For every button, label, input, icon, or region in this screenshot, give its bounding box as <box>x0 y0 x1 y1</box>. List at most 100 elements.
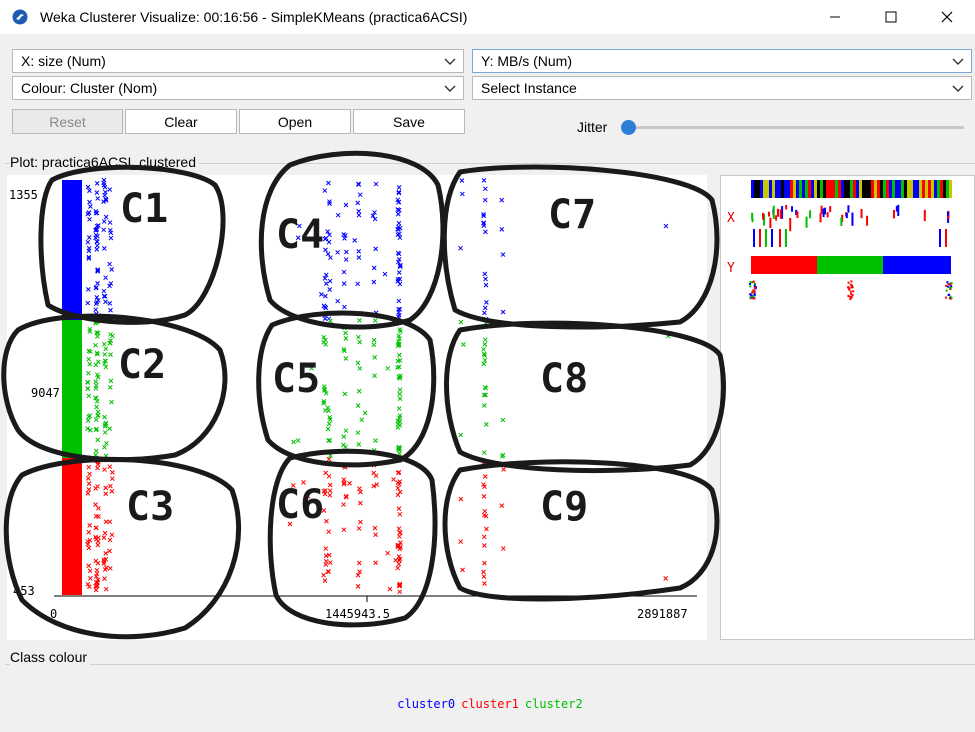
data-point <box>93 362 99 368</box>
attribute-bar-segment <box>820 180 823 198</box>
y-axis-marker: Y <box>727 261 735 276</box>
jitter-slider[interactable] <box>628 126 964 129</box>
x-axis-marker: X <box>727 211 735 226</box>
data-point <box>87 216 92 222</box>
chevron-down-icon <box>444 58 456 65</box>
attribute-bar-segment <box>897 204 900 217</box>
attribute-bar-segment <box>838 180 841 198</box>
data-point <box>86 245 92 251</box>
legend-cluster2[interactable]: cluster2 <box>525 697 583 711</box>
data-point <box>500 417 506 423</box>
attribute-bar-segment <box>772 180 775 198</box>
attribute-bar-segment <box>919 180 922 198</box>
data-point <box>86 529 92 535</box>
data-point <box>85 184 91 190</box>
data-point <box>93 342 98 348</box>
x-axis-select[interactable]: X: size (Num) <box>12 49 464 73</box>
colour-select[interactable]: Colour: Cluster (Nom) <box>12 76 464 100</box>
data-point <box>342 304 347 310</box>
y-tick-label: 9047 <box>31 386 60 400</box>
data-point <box>86 487 92 492</box>
save-button[interactable]: Save <box>353 109 465 134</box>
data-point <box>93 307 99 313</box>
close-button[interactable] <box>919 0 975 34</box>
attribute-bar-segment <box>791 206 794 212</box>
attribute-bar-segment <box>866 215 869 226</box>
data-point <box>385 550 391 556</box>
data-point <box>103 586 109 592</box>
attribute-bar-segment <box>805 180 808 198</box>
maximize-button[interactable] <box>863 0 919 34</box>
attribute-bar-segment <box>799 180 802 198</box>
attribute-bar-segment <box>793 180 796 198</box>
data-point <box>372 355 378 360</box>
minimize-button[interactable] <box>807 0 863 34</box>
attribute-bar-segment <box>817 256 883 274</box>
data-point <box>371 265 377 271</box>
data-point <box>391 477 396 482</box>
attribute-bar-segment <box>749 285 752 288</box>
attribute-bar-segment <box>779 209 782 219</box>
data-point <box>323 281 329 286</box>
open-button[interactable]: Open <box>239 109 351 134</box>
attribute-bar-segment <box>765 229 767 247</box>
data-point <box>322 188 328 193</box>
data-point <box>341 527 347 533</box>
data-point <box>94 404 99 410</box>
attribute-bar-segment <box>865 180 868 198</box>
data-point <box>86 235 92 240</box>
attribute-bar-segment <box>826 212 829 218</box>
data-point <box>108 483 113 489</box>
attribute-bar-segment <box>883 180 886 198</box>
data-point <box>358 489 363 495</box>
data-point <box>327 287 333 292</box>
data-point <box>102 192 108 198</box>
data-point <box>483 337 488 343</box>
attribute-bar-segment <box>907 180 910 198</box>
attribute-bar-segment <box>928 180 931 198</box>
data-point <box>373 246 379 252</box>
attribute-bars-panel[interactable]: X Y <box>720 175 975 640</box>
data-point <box>343 202 349 208</box>
attribute-bar-segment <box>949 180 952 198</box>
attribute-bar-segment <box>829 180 832 198</box>
attribute-bar-segment <box>847 180 850 198</box>
jitter-slider-thumb[interactable] <box>621 120 636 135</box>
data-point <box>325 251 331 257</box>
data-point <box>481 460 486 466</box>
attribute-bar-segment <box>802 180 805 198</box>
instance-select[interactable]: Select Instance <box>472 76 972 100</box>
data-point <box>323 546 329 551</box>
attribute-bar-segment <box>835 180 838 198</box>
data-point <box>482 543 487 548</box>
class-colour-group-border <box>5 664 975 665</box>
data-point <box>344 249 349 255</box>
scatter-plot[interactable]: 1355 9047 453 0 1445943.5 2891887 <box>7 175 707 640</box>
data-point <box>484 300 489 305</box>
attribute-bar-segment <box>945 296 948 299</box>
attribute-bar-segment <box>766 180 769 198</box>
legend-cluster0[interactable]: cluster0 <box>397 697 455 711</box>
instance-select-value: Select Instance <box>481 80 577 96</box>
data-point <box>326 239 332 245</box>
attribute-bar-segment <box>754 180 757 198</box>
data-point <box>395 565 401 571</box>
data-point <box>95 280 100 286</box>
reset-button[interactable]: Reset <box>12 109 123 134</box>
clear-button[interactable]: Clear <box>125 109 237 134</box>
attribute-bar-segment <box>847 295 850 298</box>
data-point <box>323 293 328 299</box>
y-axis-select[interactable]: Y: MB/s (Num) <box>472 49 972 73</box>
data-point <box>102 530 108 536</box>
data-point <box>328 255 333 261</box>
data-point <box>86 464 92 470</box>
data-point <box>373 438 378 443</box>
attribute-bar-segment <box>778 180 781 198</box>
data-point <box>96 535 101 541</box>
legend-cluster1[interactable]: cluster1 <box>461 697 519 711</box>
data-point <box>301 480 306 485</box>
attribute-bar-segment <box>775 215 778 221</box>
data-point <box>86 393 92 399</box>
attribute-bar-segment <box>808 180 811 198</box>
attribute-bar-segment <box>892 180 895 198</box>
